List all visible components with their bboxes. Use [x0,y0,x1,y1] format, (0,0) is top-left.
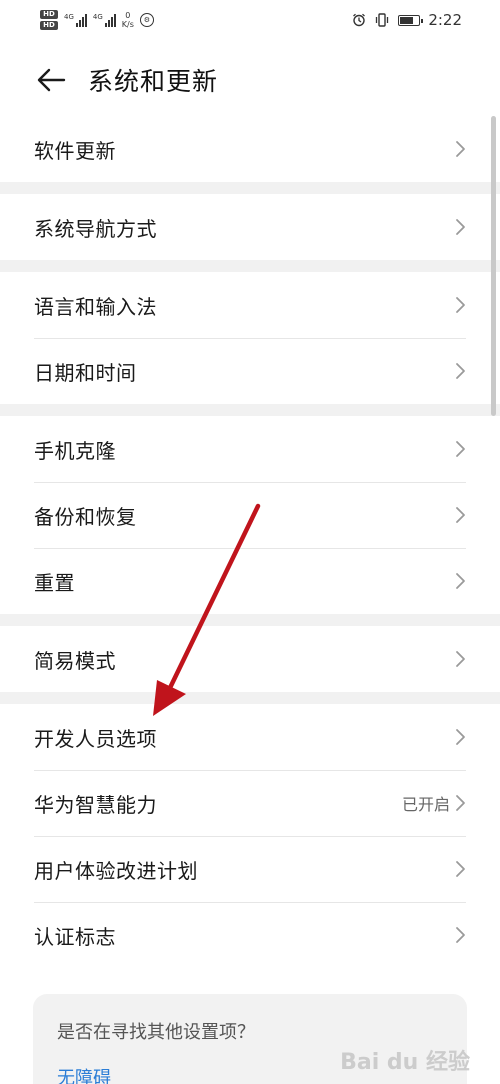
vibrate-icon [376,13,389,27]
settings-row-label: 认证标志 [34,924,116,949]
settings-row[interactable]: 开发人员选项 [0,704,500,770]
shield-icon: ⚙ [139,13,154,27]
section-divider [0,404,500,416]
settings-row-status: 已开启 [401,795,450,814]
status-left: HD HD 4G 4G 0 K/s ⚙ [40,10,154,30]
settings-row-trailing [454,440,466,458]
settings-row-trailing [454,572,466,590]
settings-row-trailing [454,650,466,668]
network-type-2: 4G [92,13,103,21]
chevron-right-icon [456,297,465,313]
chevron-right-icon [456,141,465,157]
settings-row[interactable]: 简易模式 [0,626,500,692]
section-divider [0,614,500,626]
hd-badge-1: HD [40,10,58,19]
network-type-1: 4G [64,13,74,21]
chevron-right-icon [456,651,465,667]
accessibility-link[interactable]: 无障碍 [57,1064,111,1084]
section-divider [0,260,500,272]
scrollbar[interactable] [491,116,496,416]
page-title: 系统和更新 [88,67,219,96]
arrow-left-icon [37,68,66,92]
settings-row[interactable]: 软件更新 [0,116,500,182]
chevron-right-icon [456,927,465,943]
back-button[interactable] [34,63,68,97]
chevron-right-icon [456,507,465,523]
settings-row-label: 开发人员选项 [34,726,157,751]
settings-row-trailing [454,296,466,314]
settings-list: 软件更新 系统导航方式 语言和输入法 日期和时间 手机克隆 备份和恢复 重置 简易模式 开发人员… [0,116,500,968]
settings-row-label: 华为智慧能力 [34,792,157,817]
chevron-right-icon [456,573,465,589]
settings-row-label: 用户体验改进计划 [34,858,198,883]
chevron-right-icon [456,861,465,877]
settings-row[interactable]: 手机克隆 [0,416,500,482]
settings-row[interactable]: 语言和输入法 [0,272,500,338]
hd-indicators: HD HD [40,10,58,30]
settings-section: 手机克隆备份和恢复重置 [0,416,500,614]
section-divider [0,182,500,194]
settings-row-trailing: 已开启 [402,791,466,815]
settings-section: 语言和输入法 日期和时间 [0,272,500,404]
chevron-right-icon [456,729,465,745]
settings-row-label: 重置 [34,570,75,595]
network-speed: 0 K/s [122,11,134,29]
signal-1-icon: 4G [64,13,87,27]
settings-row-label: 简易模式 [34,648,116,673]
settings-section: 简易模式 [0,626,500,692]
watermark-text: Bai du 经验 [340,1050,470,1075]
settings-row-trailing [454,926,466,944]
clock-time: 2:22 [428,11,462,29]
chevron-right-icon [456,363,465,379]
settings-row[interactable]: 重置 [0,548,500,614]
settings-row-label: 软件更新 [34,138,116,163]
chevron-right-icon [456,441,465,457]
settings-row-label: 日期和时间 [34,360,137,385]
settings-section: 软件更新 [0,116,500,182]
baidu-watermark: Bai du 经验 [340,1044,470,1076]
status-bar: HD HD 4G 4G 0 K/s ⚙ 2:22 [0,0,500,40]
battery-level [400,16,413,24]
app-header: 系统和更新 [0,50,500,110]
section-divider [0,692,500,704]
suggestion-title: 是否在寻找其他设置项？ [57,1022,255,1043]
settings-row-label: 语言和输入法 [34,294,157,319]
chevron-right-icon [456,219,465,235]
settings-row[interactable]: 认证标志 [0,902,500,968]
settings-row-label: 备份和恢复 [34,504,137,529]
settings-row-label: 手机克隆 [34,438,116,463]
settings-row-trailing [454,506,466,524]
settings-row[interactable]: 华为智慧能力 已开启 [0,770,500,836]
battery-icon [398,14,424,26]
settings-row-trailing [454,860,466,878]
hd-badge-2: HD [40,21,58,30]
settings-row-trailing [454,218,466,236]
settings-row-trailing [454,728,466,746]
settings-row-trailing [454,362,466,380]
alarm-icon [353,13,366,27]
speed-value: 0 [125,11,131,20]
settings-row[interactable]: 日期和时间 [0,338,500,404]
chevron-right-icon [456,795,465,811]
settings-row[interactable]: 系统导航方式 [0,194,500,260]
signal-2-icon: 4G [93,13,116,27]
settings-row-label: 系统导航方式 [34,216,157,241]
settings-row-trailing [454,140,466,158]
settings-section: 系统导航方式 [0,194,500,260]
settings-row[interactable]: 备份和恢复 [0,482,500,548]
settings-row[interactable]: 用户体验改进计划 [0,836,500,902]
status-right: 2:22 [352,11,462,29]
speed-unit: K/s [121,20,134,29]
settings-section: 开发人员选项 华为智慧能力 已开启用户体验改进计划 认证标志 [0,704,500,968]
